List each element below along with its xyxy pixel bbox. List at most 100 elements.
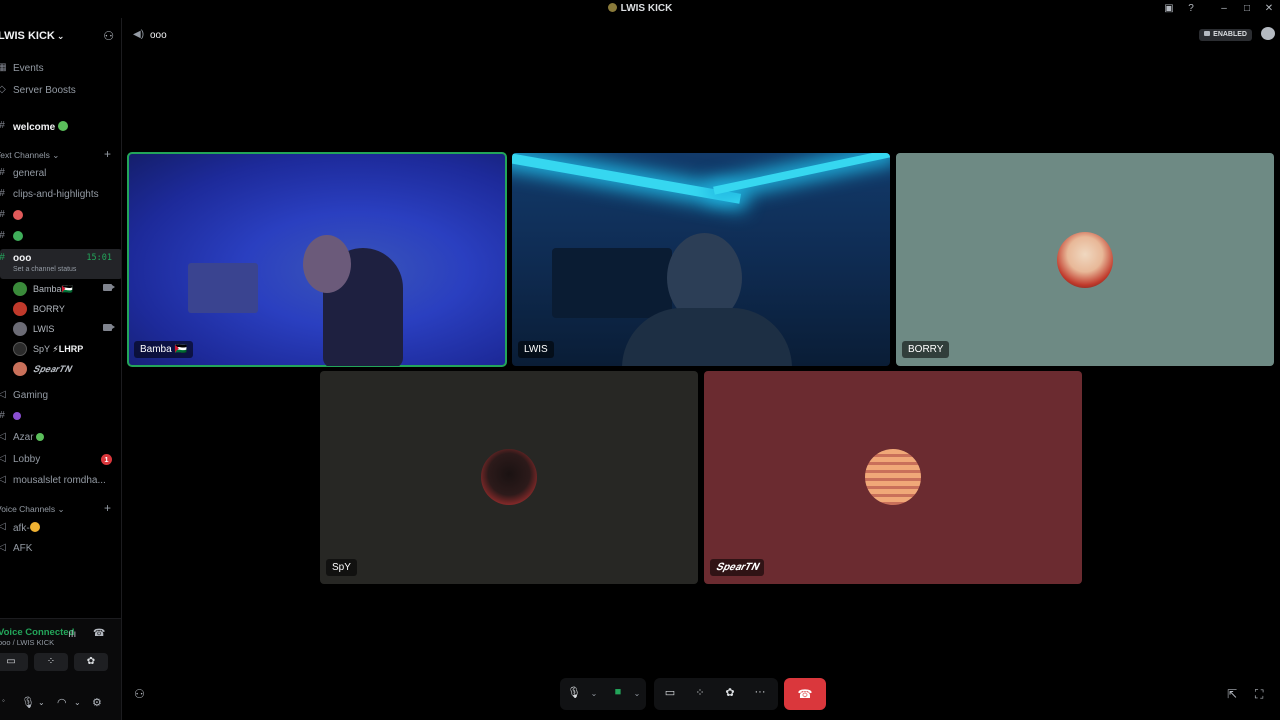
smile-emoji-icon xyxy=(29,522,40,532)
channel-label-text: welcome xyxy=(13,122,56,133)
camera-icon[interactable]: ■ xyxy=(610,686,626,698)
server-name-text: LWIS KICK xyxy=(0,30,55,42)
close-icon[interactable]: ✕ xyxy=(1262,3,1276,14)
category-voice-channels[interactable]: Voice Channels ⌄ xyxy=(0,504,65,515)
title-bar: LWIS KICK ▣ ? – □ ✕ xyxy=(0,0,1280,18)
call-controls: ⚇ 🎙 ⌄ ■ ⌄ ▭ ⁘ ✿ ··· ☎ ⇱ ⛶ xyxy=(0,678,1280,712)
voice-channel-ooo[interactable]: # ooo 15:01 Set a channel status xyxy=(0,249,121,279)
activities-button[interactable]: ⁘ xyxy=(34,653,68,671)
category-label: Text Channels xyxy=(0,150,50,160)
voice-channel-icon: # xyxy=(0,230,7,241)
video-tile-speartn[interactable]: 𝑺𝒑𝒆𝒂𝒓𝑻𝑵 xyxy=(704,371,1082,584)
screen-share-icon[interactable]: ▭ xyxy=(662,686,678,699)
microphone-icon[interactable]: 🎙 xyxy=(566,686,582,699)
voice-member-lwis[interactable]: LWIS xyxy=(0,319,121,339)
avatar xyxy=(13,322,27,336)
hashtag-icon: # xyxy=(0,188,7,199)
invite-to-call-icon[interactable]: ⚇ xyxy=(134,687,145,701)
voice-channel-lobby[interactable]: ◁ Lobby 1 xyxy=(0,450,121,470)
inbox-icon[interactable]: ▣ xyxy=(1162,3,1176,14)
soundboard-icon[interactable]: ✿ xyxy=(722,686,738,699)
channel-general[interactable]: # general xyxy=(0,164,121,184)
camera-icon xyxy=(103,324,115,331)
maximize-icon[interactable]: □ xyxy=(1240,3,1254,14)
server-name[interactable]: LWIS KICK ⌄ xyxy=(0,30,64,42)
window-title: LWIS KICK xyxy=(0,3,1280,14)
channel-label: afk- xyxy=(13,522,40,534)
server-header[interactable]: LWIS KICK ⌄ ⚇ xyxy=(0,18,121,54)
voice-channel-gaming[interactable]: ◁ Gaming xyxy=(0,386,121,406)
video-tile-borry[interactable]: BORRY xyxy=(896,153,1274,366)
video-tile-spy[interactable]: SpY xyxy=(320,371,698,584)
disconnect-button[interactable]: ☎ xyxy=(784,678,826,710)
channel-label: Gaming xyxy=(13,390,49,401)
chat-bubble-icon[interactable] xyxy=(1261,27,1275,40)
participant-name-label: SpY xyxy=(326,559,357,576)
sidebar-item-events[interactable]: ▦ Events xyxy=(0,59,121,79)
category-text-channels[interactable]: Text Channels ⌄ xyxy=(0,150,59,161)
help-icon[interactable]: ? xyxy=(1184,3,1198,14)
channel-label: Lobby xyxy=(13,454,41,465)
voice-connected-status[interactable]: Voice Connected xyxy=(0,627,74,638)
channel-green-emoji[interactable]: # xyxy=(0,227,121,247)
voice-member-spy[interactable]: SpY ⚡LHRP xyxy=(0,339,121,359)
soundboard-button[interactable]: ✿ xyxy=(74,653,108,671)
channel-label: welcome xyxy=(13,121,69,133)
chevron-down-icon[interactable]: ⌄ xyxy=(586,689,602,698)
screen-share-icon: ▭ xyxy=(6,656,16,667)
enabled-label: ENABLED xyxy=(1213,31,1247,38)
green-emoji-icon xyxy=(36,433,45,441)
member-tag: ⚡LHRP xyxy=(52,344,84,354)
voice-member-speartn[interactable]: 𝑺𝒑𝒆𝒂𝒓𝑻𝑵 xyxy=(0,359,121,379)
participant-name-label: 𝑺𝒑𝒆𝒂𝒓𝑻𝑵 xyxy=(710,559,765,576)
member-name: Bamba🇵🇸 xyxy=(33,284,73,295)
member-name-text: Bamba xyxy=(33,284,62,294)
disconnect-icon[interactable]: ☎ xyxy=(93,628,105,639)
voice-channel-purple[interactable]: # xyxy=(0,407,121,427)
enabled-badge[interactable]: ENABLED xyxy=(1199,29,1252,41)
voice-channel-mousalslet[interactable]: ◁ mousalslet romdha... xyxy=(0,471,121,491)
member-name-text: SpY xyxy=(33,344,50,354)
speaker-icon: # xyxy=(0,252,7,263)
channel-label: AFK xyxy=(13,543,33,554)
member-name: SpY ⚡LHRP xyxy=(33,344,83,355)
channel-label: clips-and-highlights xyxy=(13,189,99,200)
boost-icon: ◇ xyxy=(0,84,7,95)
activities-icon[interactable]: ⁘ xyxy=(692,686,708,699)
channel-label xyxy=(13,210,23,222)
chevron-down-icon: ⌄ xyxy=(56,31,65,41)
fullscreen-icon[interactable]: ⛶ xyxy=(1255,687,1263,702)
more-options-icon[interactable]: ··· xyxy=(752,686,768,698)
voice-channel-azar[interactable]: ◁ Azar xyxy=(0,428,121,448)
chevron-down-icon[interactable]: ⌄ xyxy=(629,689,645,698)
screen-share-button[interactable]: ▭ xyxy=(0,653,28,671)
member-name: BORRY xyxy=(33,304,65,314)
channel-welcome[interactable]: # welcome xyxy=(0,117,121,137)
voice-member-bamba[interactable]: Bamba🇵🇸 xyxy=(0,279,121,299)
channel-red-emoji[interactable]: # xyxy=(0,206,121,226)
add-voice-channel-icon[interactable]: + xyxy=(104,501,111,515)
member-flag: 🇵🇸 xyxy=(61,284,73,294)
pop-out-icon[interactable]: ⇱ xyxy=(1227,687,1237,701)
voice-connected-server[interactable]: ooo / LWIS KICK xyxy=(0,638,54,647)
voice-channel-icon: # xyxy=(0,209,7,220)
channel-status-hint[interactable]: Set a channel status xyxy=(13,266,76,273)
sidebar-item-label: Events xyxy=(13,63,44,74)
video-tile-bamba[interactable]: Bamba 🇵🇸 xyxy=(127,152,507,367)
sidebar-item-server-boosts[interactable]: ◇ Server Boosts xyxy=(0,81,121,101)
avatar xyxy=(1057,232,1113,288)
voice-channel-afk[interactable]: ◁ AFK xyxy=(0,539,121,559)
audio-video-group: 🎙 ⌄ ■ ⌄ xyxy=(560,678,646,710)
background-furniture xyxy=(552,248,672,318)
voice-member-borry[interactable]: BORRY xyxy=(0,299,121,319)
noise-suppression-icon[interactable]: ıIı xyxy=(68,629,76,640)
add-channel-icon[interactable]: + xyxy=(104,147,111,161)
minimize-icon[interactable]: – xyxy=(1217,3,1231,14)
invite-people-icon[interactable]: ⚇ xyxy=(103,29,114,43)
member-name: LWIS xyxy=(33,324,55,334)
purple-emoji-icon xyxy=(13,412,21,420)
video-tile-lwis[interactable]: LWIS xyxy=(512,153,890,366)
channel-clips-and-highlights[interactable]: # clips-and-highlights xyxy=(0,185,121,205)
voice-channel-afk-smile[interactable]: ◁ afk- xyxy=(0,518,121,538)
speaker-icon: ◁ xyxy=(0,474,7,485)
